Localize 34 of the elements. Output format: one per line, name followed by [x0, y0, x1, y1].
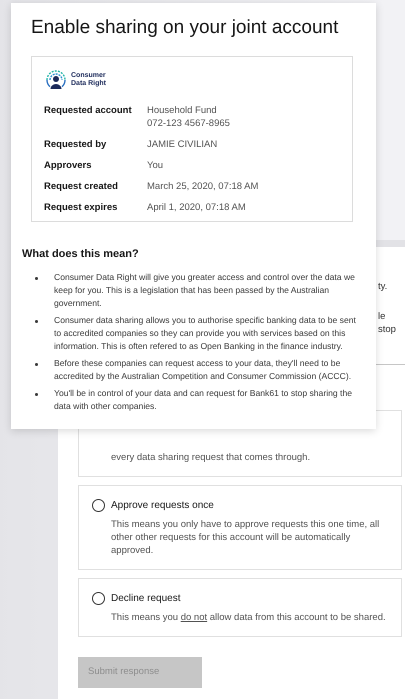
text-fragment: ty. [378, 280, 388, 293]
detail-value: JAMIE CIVILIAN [147, 138, 218, 151]
detail-label: Requested by [44, 138, 108, 151]
option-description: This means you do not allow data from this account to be shared. [110, 611, 387, 624]
bullet-icon [35, 362, 38, 366]
radio-button[interactable] [92, 592, 105, 605]
bullet-text: You'll be in control of your data and can request for Bank61 to stop sharing the data with other companies. [54, 386, 354, 412]
bullet-text: Consumer Data Right will give you greater access and control over the data we keep for you. This is a legislation that has been passed by the Australian government. [54, 270, 356, 310]
bullet-icon [35, 392, 38, 396]
detail-value: April 1, 2020, 07:18 AM [147, 201, 246, 214]
option-description: every data sharing request that comes through. [110, 451, 312, 464]
option-card[interactable]: Approve requests once This means you only have to approve requests this one time, all other other requests for this account will be automatically approved. [78, 485, 402, 570]
detail-value: You [147, 159, 164, 172]
bullet-text: Consumer data sharing allows you to authorise specific banking data to be sent to accredited companies so they can provide you with services based on this information. This is often refered to as Open Banking in the finance industry. [54, 314, 357, 352]
dialog-title: Enable sharing on your joint account [31, 16, 338, 40]
bullet-icon [35, 320, 38, 322]
detail-value: March 25, 2020, 07:18 AM [147, 180, 258, 193]
detail-label: Requested account [44, 104, 133, 118]
detail-label: Request expires [44, 201, 118, 214]
text-fragment: le [378, 310, 386, 323]
option-label: Approve requests once [111, 499, 214, 513]
text-fragment: stop [378, 323, 397, 336]
option-card[interactable]: Decline request This means you do not allow data from this account to be shared. [78, 578, 402, 637]
section-heading: What does this mean? [22, 247, 140, 262]
detail-value: Household Fund [147, 104, 218, 117]
detail-label: Approvers [44, 159, 93, 172]
detail-value: 072-123 4567-8965 [147, 117, 230, 130]
logo-icon [44, 68, 68, 92]
detail-label: Request created [44, 180, 119, 193]
option-label: Decline request [111, 592, 180, 606]
option-description: This means you only have to approve requests this one time, all other other requests for this account will be automatically approved. [110, 518, 380, 557]
radio-button[interactable] [92, 499, 105, 512]
bullet-text: Before these companies can request access to your data, they'll need to be accredited by the Australian Competition and Consumer Commission (ACCC). [54, 356, 352, 382]
bullet-icon [35, 276, 38, 280]
